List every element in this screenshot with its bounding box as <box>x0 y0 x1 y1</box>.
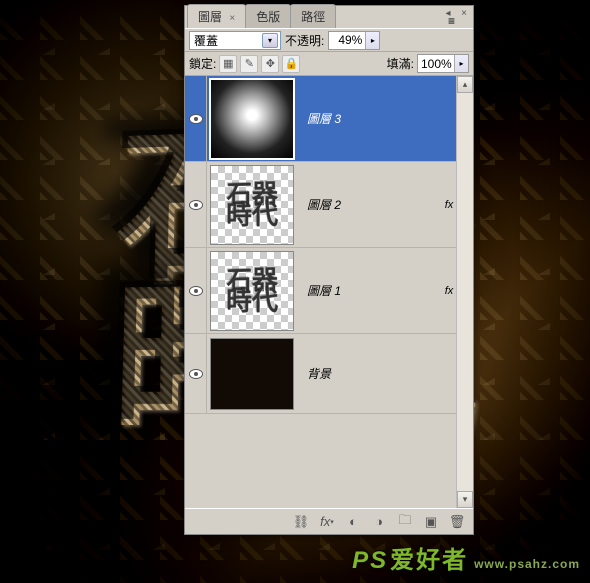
link-icon[interactable]: ⛓ <box>293 514 309 530</box>
tab-label: 路徑 <box>301 10 325 24</box>
layer-row[interactable]: 石器 時代 圖層 1 fx▾ <box>185 248 473 334</box>
eye-icon <box>189 200 203 210</box>
lock-all-icon[interactable]: 🔒 <box>282 55 300 73</box>
lock-pixels-icon[interactable]: ✎ <box>240 55 258 73</box>
panel-tabs: 圖層 × 色版 路徑 ≡ <box>185 6 473 28</box>
opacity-stepper[interactable]: ▸ <box>365 32 379 49</box>
fill-field[interactable]: 100% ▸ <box>417 54 469 73</box>
tab-channels[interactable]: 色版 <box>245 4 291 28</box>
layer-thumbnail[interactable] <box>210 338 294 410</box>
thumb-text: 石器 時代 <box>212 165 294 244</box>
layer-thumbnail[interactable]: 石器 時代 <box>210 251 294 331</box>
panel-minimize-icon[interactable]: ◂ <box>441 8 455 18</box>
tab-label: 色版 <box>256 10 280 24</box>
mask-icon[interactable]: ◐ <box>345 514 361 530</box>
fill-value: 100% <box>418 57 454 71</box>
new-layer-icon[interactable]: ▣ <box>423 514 439 530</box>
layer-row[interactable]: 石器 時代 圖層 2 fx▾ <box>185 162 473 248</box>
eye-icon <box>189 286 203 296</box>
layer-row[interactable]: 圖層 3 <box>185 76 473 162</box>
lock-label: 鎖定: <box>189 55 216 72</box>
panel-close-icon[interactable]: × <box>457 8 471 18</box>
layer-name[interactable]: 背景 <box>297 365 449 382</box>
opacity-label: 不透明: <box>285 32 324 49</box>
watermark: PS 爱好者 www.psahz.com <box>352 540 580 575</box>
watermark-text: 爱好者 <box>390 540 468 575</box>
thumb-text: 石器 時代 <box>212 251 294 330</box>
fill-stepper[interactable]: ▸ <box>454 55 468 72</box>
panel-footer: ⛓ fx▾ ◐ ◑ 🗀 ▣ 🗑 <box>185 508 473 534</box>
tab-paths[interactable]: 路徑 <box>290 4 336 28</box>
opacity-field[interactable]: 49% ▸ <box>328 31 380 50</box>
adjust-icon[interactable]: ◑ <box>371 514 387 530</box>
close-icon[interactable]: × <box>229 13 235 24</box>
layers-panel: ◂ × 圖層 × 色版 路徑 ≡ 覆蓋 ▾ 不透明: 49% ▸ 鎖定: ▦ ✎… <box>184 5 474 535</box>
group-icon[interactable]: 🗀 <box>397 514 413 530</box>
blend-opacity-row: 覆蓋 ▾ 不透明: 49% ▸ <box>185 28 473 52</box>
layer-list: 圖層 3 石器 時代 圖層 2 fx▾ 石器 時代 圖層 1 fx▾ 背景 🔒 … <box>185 76 473 508</box>
layer-name[interactable]: 圖層 2 <box>297 196 437 213</box>
opacity-value: 49% <box>329 33 365 47</box>
visibility-toggle[interactable] <box>185 162 207 247</box>
scrollbar[interactable]: ▴ ▾ <box>456 76 473 508</box>
blend-mode-select[interactable]: 覆蓋 ▾ <box>189 31 281 50</box>
scroll-down-button[interactable]: ▾ <box>457 491 473 508</box>
blend-mode-value: 覆蓋 <box>194 32 218 49</box>
layer-name[interactable]: 圖層 3 <box>297 110 473 127</box>
visibility-toggle[interactable] <box>185 76 207 161</box>
layer-name[interactable]: 圖層 1 <box>297 282 437 299</box>
fx-icon[interactable]: fx▾ <box>319 514 335 530</box>
lock-transparency-icon[interactable]: ▦ <box>219 55 237 73</box>
chevron-down-icon[interactable]: ▾ <box>262 33 278 48</box>
visibility-toggle[interactable] <box>185 248 207 333</box>
fill-label: 填滿: <box>387 55 414 72</box>
watermark-brand: PS <box>352 547 388 575</box>
layer-row[interactable]: 背景 🔒 <box>185 334 473 414</box>
visibility-toggle[interactable] <box>185 334 207 413</box>
layer-thumbnail[interactable] <box>210 79 294 159</box>
watermark-url: www.psahz.com <box>474 557 580 571</box>
lock-fill-row: 鎖定: ▦ ✎ ✥ 🔒 填滿: 100% ▸ <box>185 52 473 76</box>
eye-icon <box>189 369 203 379</box>
trash-icon[interactable]: 🗑 <box>449 514 465 530</box>
tab-label: 圖層 <box>198 10 222 24</box>
eye-icon <box>189 114 203 124</box>
layer-thumbnail[interactable]: 石器 時代 <box>210 165 294 245</box>
scroll-up-button[interactable]: ▴ <box>457 76 473 93</box>
lock-position-icon[interactable]: ✥ <box>261 55 279 73</box>
tab-layers[interactable]: 圖層 × <box>187 4 246 28</box>
